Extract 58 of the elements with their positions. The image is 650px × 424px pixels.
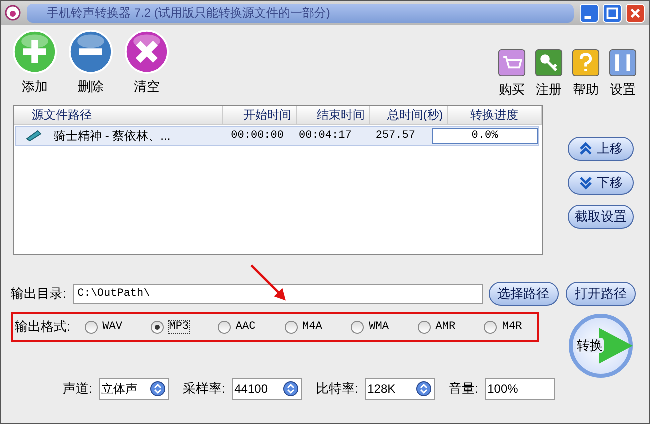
column-header[interactable]: 总时间(秒) xyxy=(370,106,448,124)
toolbar-button[interactable]: 帮助 xyxy=(570,49,602,99)
double-chevron-up-icon xyxy=(579,142,593,156)
convert-button[interactable]: 转换 xyxy=(569,314,633,378)
format-radio[interactable]: WAV xyxy=(84,320,138,334)
help-icon xyxy=(572,49,600,77)
setting-dropdown[interactable]: 立体声 xyxy=(98,378,169,400)
file-row[interactable]: 骑士精神 - 蔡依林、... 00:00:00 00:04:17 257.57 0.0% xyxy=(15,126,539,146)
toolbar-button[interactable]: 注册 xyxy=(533,49,565,99)
app-logo-icon xyxy=(5,5,21,21)
side-button[interactable]: 截取设置 xyxy=(568,205,634,229)
table-cell-text: 257.57 xyxy=(374,129,416,144)
table-cell-text: 00:00:00 xyxy=(230,129,285,144)
close-icon[interactable] xyxy=(626,4,645,22)
setting-dropdown[interactable]: 100% xyxy=(484,378,555,400)
table-cell-text: 00:04:17 xyxy=(298,129,353,144)
maximize-icon[interactable] xyxy=(603,4,622,22)
output-dir-label: 输出目录: xyxy=(11,285,67,303)
toolbar-button[interactable]: 清空 xyxy=(123,29,171,103)
toolbar-button[interactable]: 设置 xyxy=(607,49,639,99)
output-format-label: 输出格式: xyxy=(15,318,71,336)
setting-label: 音量: xyxy=(449,380,479,398)
setting-label: 声道: xyxy=(63,380,93,398)
plus-icon xyxy=(12,29,58,75)
setting-label: 比特率: xyxy=(316,380,359,398)
select-path-button[interactable]: 选择路径 xyxy=(488,282,559,306)
dropdown-icon xyxy=(416,381,432,397)
progress-bar: 0.0% xyxy=(432,128,538,144)
column-header[interactable]: 结束时间 xyxy=(296,106,370,124)
window-title: 手机铃声转换器 7.2 (试用版只能转换源文件的一部分) xyxy=(27,4,574,22)
setting-dropdown[interactable]: 128K xyxy=(364,378,435,400)
setting-label: 采样率: xyxy=(183,380,226,398)
output-dir-field[interactable]: C:\OutPath\ xyxy=(72,284,483,304)
setting-dropdown[interactable]: 44100 xyxy=(232,378,302,400)
toolbar-button[interactable]: 删除 xyxy=(67,29,115,103)
cross-icon xyxy=(124,29,170,75)
side-button[interactable]: 下移 xyxy=(568,171,634,195)
open-path-button[interactable]: 打开路径 xyxy=(566,282,636,306)
cart-icon xyxy=(498,49,526,77)
dropdown-icon xyxy=(283,381,299,397)
minimize-icon[interactable] xyxy=(580,4,599,22)
column-header[interactable]: 开始时间 xyxy=(223,106,297,124)
column-header[interactable]: 源文件路径 xyxy=(14,106,224,124)
format-radio[interactable]: AAC xyxy=(218,320,270,334)
minus-icon xyxy=(68,29,114,75)
format-radio[interactable]: WMA xyxy=(351,320,404,334)
format-radio[interactable]: M4A xyxy=(284,320,338,334)
dropdown-icon xyxy=(150,381,166,397)
key-icon xyxy=(535,49,563,77)
double-chevron-down-icon xyxy=(579,176,593,190)
format-radio[interactable]: AMR xyxy=(418,320,470,334)
format-radio[interactable]: MP3 xyxy=(151,320,204,334)
table-cell-text: 骑士精神 - 蔡依林、... xyxy=(54,128,171,145)
format-radio[interactable]: M4R xyxy=(484,320,537,334)
toolbar-button[interactable]: 添加 xyxy=(11,29,59,103)
column-header[interactable]: 转换进度 xyxy=(448,106,542,124)
side-button[interactable]: 上移 xyxy=(568,137,634,161)
toolbar-button[interactable]: 购买 xyxy=(496,49,528,99)
